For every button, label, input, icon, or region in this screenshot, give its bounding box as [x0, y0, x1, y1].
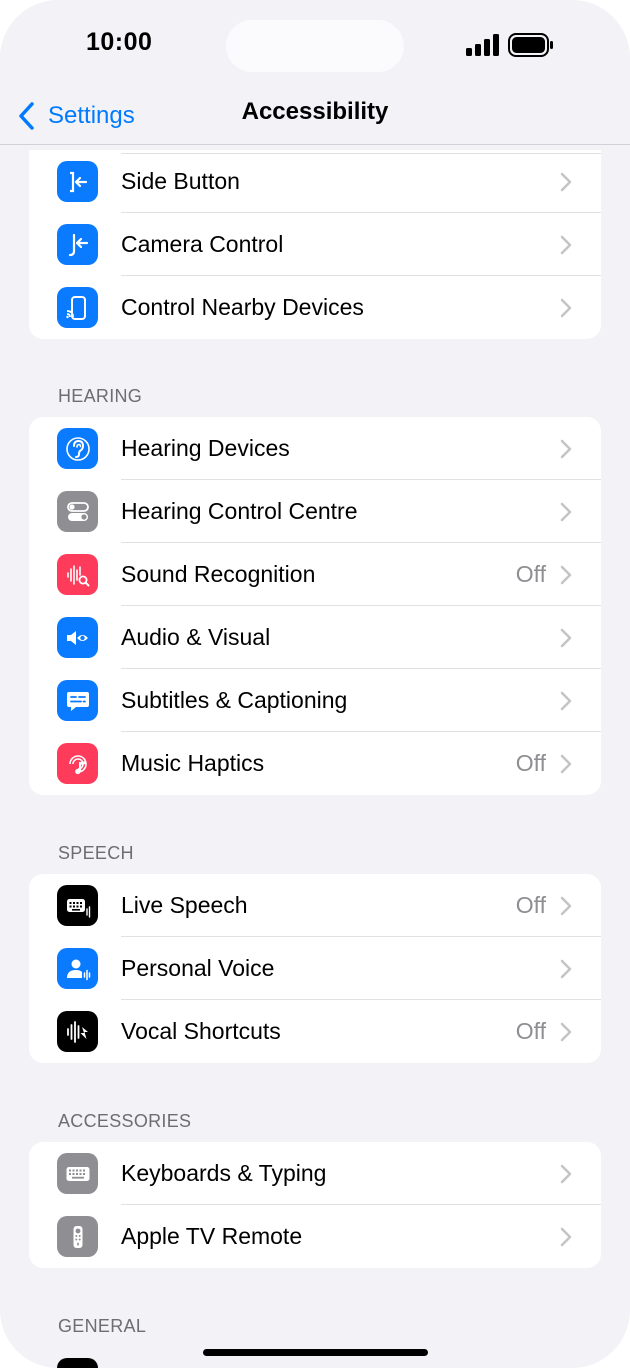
audio-visual-icon	[57, 617, 98, 658]
toggles-icon	[57, 491, 98, 532]
battery-icon	[508, 33, 553, 57]
keyboard-icon	[57, 1153, 98, 1194]
chevron-right-icon	[560, 1164, 572, 1184]
row-value: Off	[515, 750, 546, 776]
live-speech-row[interactable]: Live Speech Off	[29, 874, 601, 937]
ear-icon	[57, 428, 98, 469]
nearby-devices-icon	[57, 287, 98, 328]
apple-tv-remote-row[interactable]: Apple TV Remote	[29, 1205, 601, 1268]
sound-recognition-row[interactable]: Sound Recognition Off	[29, 543, 601, 606]
row-label: Camera Control	[121, 231, 284, 257]
captions-icon	[57, 680, 98, 721]
hearing-devices-row[interactable]: Hearing Devices	[29, 417, 601, 480]
row-label: Vocal Shortcuts	[121, 1018, 281, 1044]
chevron-right-icon	[560, 628, 572, 648]
hearing-control-centre-row[interactable]: Hearing Control Centre	[29, 480, 601, 543]
row-label: Hearing Control Centre	[121, 498, 358, 524]
row-label: Personal Voice	[121, 955, 275, 981]
control-nearby-devices-row[interactable]: Control Nearby Devices	[29, 276, 601, 339]
status-bar: 10:00	[0, 0, 630, 88]
chevron-right-icon	[560, 959, 572, 979]
general-row-icon-peek	[57, 1358, 98, 1368]
keyboards-typing-row[interactable]: Keyboards & Typing	[29, 1142, 601, 1205]
row-label: Music Haptics	[121, 750, 265, 776]
status-time: 10:00	[86, 28, 153, 56]
chevron-right-icon	[560, 1022, 572, 1042]
section-header-general: GENERAL	[58, 1316, 147, 1336]
vocal-shortcuts-icon	[57, 1011, 98, 1052]
row-value: Off	[515, 1018, 546, 1044]
chevron-right-icon	[560, 691, 572, 711]
chevron-right-icon	[560, 565, 572, 585]
chevron-right-icon	[560, 754, 572, 774]
row-label: Sound Recognition	[121, 561, 316, 587]
speech-group: Live Speech Off Personal Voice Vocal Sho…	[29, 874, 601, 1063]
row-label: Side Button	[121, 168, 240, 194]
chevron-right-icon	[560, 235, 572, 255]
row-label: Hearing Devices	[121, 435, 290, 461]
music-haptics-row[interactable]: Music Haptics Off	[29, 732, 601, 795]
chevron-right-icon	[560, 896, 572, 916]
section-header-speech: SPEECH	[58, 843, 134, 863]
signal-icon	[466, 34, 499, 56]
physical-motor-group: Side Button Camera Control Control Nearb…	[29, 150, 601, 339]
side-button-row[interactable]: Side Button	[29, 150, 601, 213]
row-label: Live Speech	[121, 892, 248, 918]
page-title: Accessibility	[241, 98, 389, 125]
navigation-bar: Settings Accessibility	[0, 88, 630, 145]
settings-list[interactable]: Side Button Camera Control Control Nearb…	[0, 145, 630, 1368]
personal-voice-icon	[57, 948, 98, 989]
section-header-accessories: ACCESSORIES	[58, 1111, 192, 1131]
chevron-right-icon	[560, 298, 572, 318]
row-label: Apple TV Remote	[121, 1223, 303, 1249]
chevron-right-icon	[560, 502, 572, 522]
audio-visual-row[interactable]: Audio & Visual	[29, 606, 601, 669]
camera-control-icon	[57, 224, 98, 265]
chevron-right-icon	[560, 439, 572, 459]
subtitles-captioning-row[interactable]: Subtitles & Captioning	[29, 669, 601, 732]
live-speech-icon	[57, 885, 98, 926]
sound-recognition-icon	[57, 554, 98, 595]
music-haptics-icon	[57, 743, 98, 784]
row-label: Audio & Visual	[121, 624, 271, 650]
section-header-hearing: HEARING	[58, 386, 143, 406]
dynamic-island	[226, 20, 404, 72]
home-indicator[interactable]	[203, 1349, 428, 1356]
chevron-right-icon	[560, 1227, 572, 1247]
camera-control-row[interactable]: Camera Control	[29, 213, 601, 276]
side-button-icon	[57, 161, 98, 202]
row-value: Off	[515, 892, 546, 918]
row-label: Control Nearby Devices	[121, 294, 364, 320]
chevron-right-icon	[560, 172, 572, 192]
tv-remote-icon	[57, 1216, 98, 1257]
hearing-group: Hearing Devices Hearing Control Centre S…	[29, 417, 601, 795]
row-label: Subtitles & Captioning	[121, 687, 348, 713]
accessories-group: Keyboards & Typing Apple TV Remote	[29, 1142, 601, 1268]
row-label: Keyboards & Typing	[121, 1160, 327, 1186]
personal-voice-row[interactable]: Personal Voice	[29, 937, 601, 1000]
vocal-shortcuts-row[interactable]: Vocal Shortcuts Off	[29, 1000, 601, 1063]
phone-screen: 10:00 Settings Accessibility Side Button…	[0, 0, 630, 1368]
row-value: Off	[515, 561, 546, 587]
